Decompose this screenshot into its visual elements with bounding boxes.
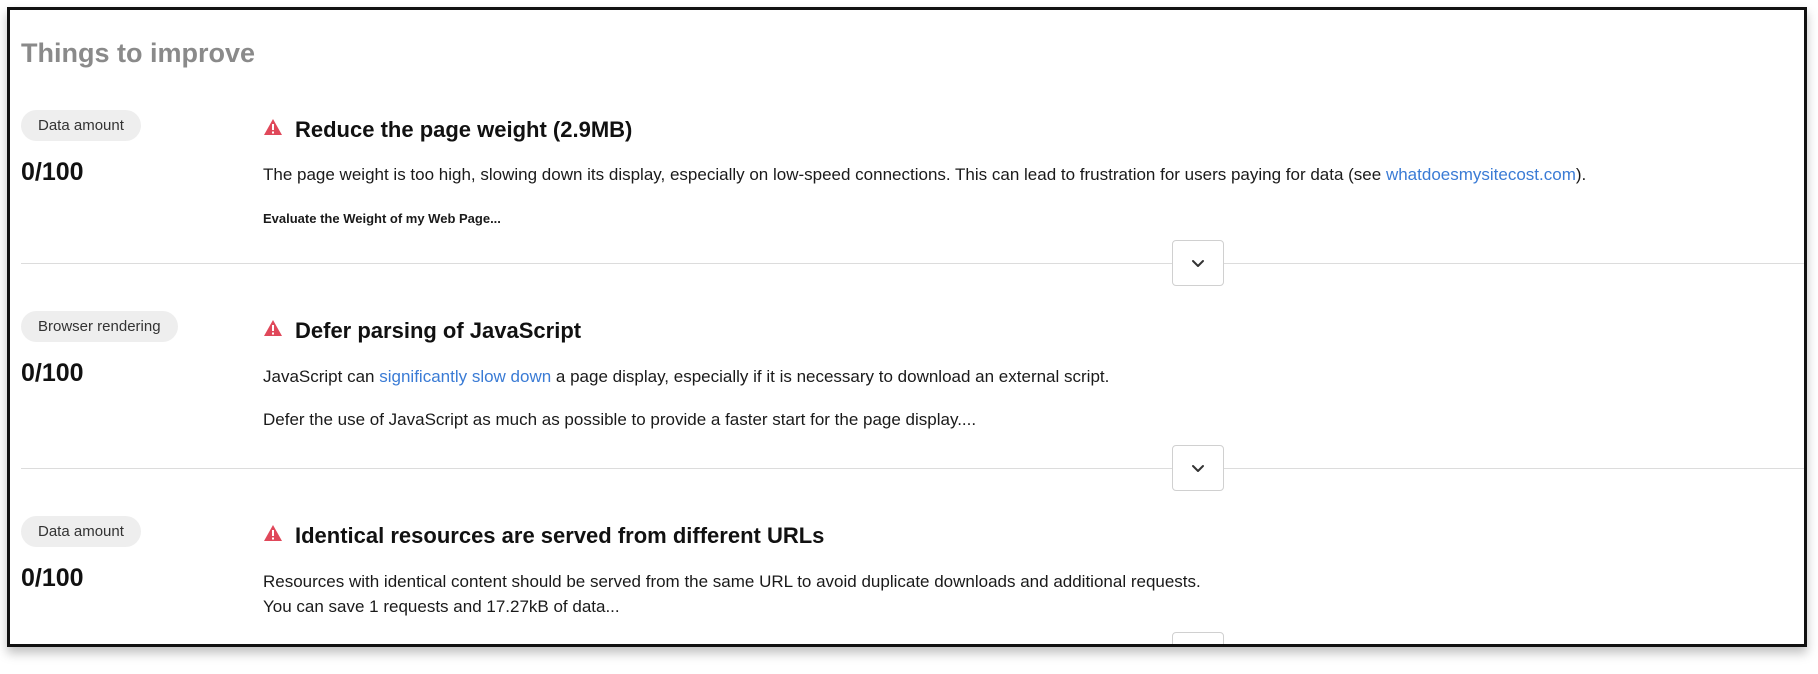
description-link[interactable]: significantly slow down <box>379 367 551 386</box>
item-description: JavaScript can significantly slow down a… <box>263 367 1109 387</box>
item-title: Reduce the page weight (2.9MB) <box>295 117 633 142</box>
improvements-panel: Things to improve Data amount 0/100 Redu… <box>7 7 1807 647</box>
description-text: ). <box>1575 165 1587 184</box>
score-value: 0/100 <box>21 564 84 592</box>
warning-triangle-icon <box>264 119 282 135</box>
item-more-text: You can save 1 requests and 17.27kB of d… <box>263 597 620 616</box>
category-badge: Browser rendering <box>21 311 178 342</box>
score-value: 0/100 <box>21 158 84 186</box>
divider <box>21 468 1804 469</box>
description-text: The page weight is too high, slowing dow… <box>263 165 1386 184</box>
description-link[interactable]: whatdoesmysitecost.com <box>1386 165 1576 184</box>
item-title: Defer parsing of JavaScript <box>295 318 582 343</box>
description-text: a page display, especially if it is nece… <box>551 367 1110 386</box>
expand-button[interactable] <box>1172 632 1224 644</box>
category-badge: Data amount <box>21 110 141 141</box>
expand-button[interactable] <box>1172 240 1224 286</box>
chevron-down-icon <box>1192 259 1204 267</box>
section-title: Things to improve <box>21 38 256 68</box>
chevron-down-icon <box>1192 464 1204 472</box>
expand-button[interactable] <box>1172 445 1224 491</box>
warning-triangle-icon <box>264 525 282 541</box>
item-title: Identical resources are served from diff… <box>295 523 825 548</box>
item-more-text: Evaluate the Weight of my Web Page... <box>263 211 501 226</box>
category-badge: Data amount <box>21 516 141 547</box>
score-value: 0/100 <box>21 359 84 387</box>
item-more-text: Defer the use of JavaScript as much as p… <box>263 410 977 429</box>
item-description: Resources with identical content should … <box>263 572 1201 591</box>
description-text: JavaScript can <box>263 367 380 386</box>
item-description: The page weight is too high, slowing dow… <box>263 165 1586 185</box>
divider <box>21 263 1804 264</box>
warning-triangle-icon <box>264 320 282 336</box>
